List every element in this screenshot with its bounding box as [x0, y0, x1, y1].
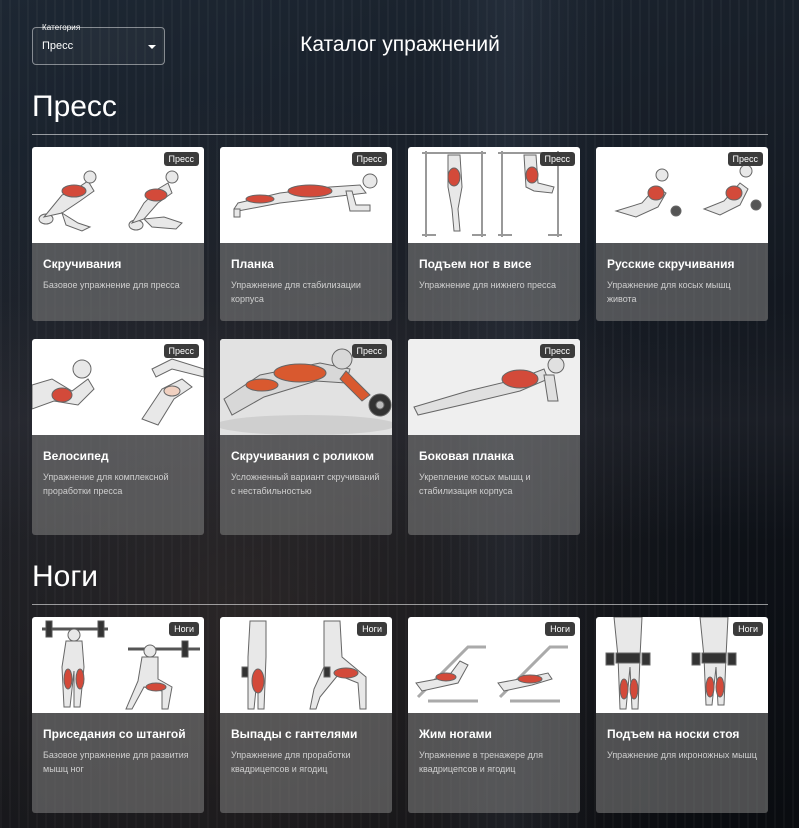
- card-title: Планка: [231, 257, 274, 271]
- exercise-card[interactable]: Пресс Планка Упражнение для стабилизации…: [220, 147, 392, 321]
- exercise-image: Пресс: [408, 339, 580, 435]
- exercise-card[interactable]: Ноги Жим ногами Упражнение в тренажере д…: [408, 617, 580, 813]
- section-divider: [32, 604, 768, 605]
- exercise-card[interactable]: Ноги Выпады с гантелями Упражнение для п…: [220, 617, 392, 813]
- exercise-image: Ноги: [408, 617, 580, 713]
- exercise-card[interactable]: Пресс Русские скручивания Упражнение для…: [596, 147, 768, 321]
- exercise-card[interactable]: Пресс Скручивания с роликом Усложненный …: [220, 339, 392, 535]
- category-badge: Пресс: [163, 344, 199, 358]
- page-title: Каталог упражнений: [300, 33, 500, 56]
- exercise-card[interactable]: Пресс Велосипед Упражнение для комплексн…: [32, 339, 204, 535]
- exercise-image: Пресс: [32, 339, 204, 435]
- card-title: Жим ногами: [419, 727, 492, 741]
- card-title: Приседания со штангой: [43, 727, 186, 741]
- card-title: Подъем на носки стоя: [607, 727, 740, 741]
- section-divider: [32, 134, 768, 135]
- card-description: Упражнение для икроножных мышц: [607, 750, 757, 760]
- card-title: Подъем ног в висе: [419, 257, 532, 271]
- card-description: Упражнение для стабилизации корпуса: [231, 280, 361, 304]
- category-badge: Ноги: [357, 622, 387, 636]
- exercise-card[interactable]: Пресс Боковая планка Укрепление косых мы…: [408, 339, 580, 535]
- card-description: Базовое упражнение для пресса: [43, 280, 180, 290]
- exercise-image: Пресс: [220, 147, 392, 243]
- exercise-card[interactable]: Пресс Скручивания Базовое упражнение для…: [32, 147, 204, 321]
- section-title-abs: Пресс: [32, 90, 117, 123]
- section-title-legs: Ноги: [32, 560, 99, 593]
- card-description: Упражнение для проработки квадрицепсов и…: [231, 750, 351, 774]
- exercise-image: Пресс: [32, 147, 204, 243]
- category-badge: Ноги: [545, 622, 575, 636]
- exercise-card[interactable]: Ноги Приседания со штангой Базовое упраж…: [32, 617, 204, 813]
- card-title: Боковая планка: [419, 449, 514, 463]
- exercise-image: Ноги: [220, 617, 392, 713]
- category-badge: Пресс: [351, 152, 387, 166]
- card-description: Базовое упражнение для развития мышц ног: [43, 750, 189, 774]
- exercise-image: Ноги: [32, 617, 204, 713]
- card-description: Усложненный вариант скручиваний с нестаб…: [231, 472, 380, 496]
- category-select-label: Категория: [42, 23, 81, 32]
- card-description: Упражнение для комплексной проработки пр…: [43, 472, 169, 496]
- card-description: Упражнение для косых мышц живота: [607, 280, 731, 304]
- exercise-image: Пресс: [408, 147, 580, 243]
- category-badge: Пресс: [727, 152, 763, 166]
- card-title: Русские скручивания: [607, 257, 735, 271]
- exercise-image: Пресс: [220, 339, 392, 435]
- category-badge: Ноги: [169, 622, 199, 636]
- category-badge: Пресс: [539, 152, 575, 166]
- category-badge: Пресс: [539, 344, 575, 358]
- exercise-image: Пресс: [596, 147, 768, 243]
- exercise-card[interactable]: Пресс Подъем ног в висе Упражнение для н…: [408, 147, 580, 321]
- card-title: Велосипед: [43, 449, 109, 463]
- card-description: Укрепление косых мышц и стабилизация кор…: [419, 472, 531, 496]
- category-badge: Ноги: [733, 622, 763, 636]
- exercise-image: Ноги: [596, 617, 768, 713]
- card-description: Упражнение для нижнего пресса: [419, 280, 557, 290]
- card-description: Упражнение в тренажере для квадрицепсов …: [419, 750, 544, 774]
- card-title: Скручивания: [43, 257, 122, 271]
- category-badge: Пресс: [163, 152, 199, 166]
- card-title: Выпады с гантелями: [231, 727, 358, 741]
- card-title: Скручивания с роликом: [231, 449, 374, 463]
- exercise-card[interactable]: Ноги Подъем на носки стоя Упражнение для…: [596, 617, 768, 813]
- category-badge: Пресс: [351, 344, 387, 358]
